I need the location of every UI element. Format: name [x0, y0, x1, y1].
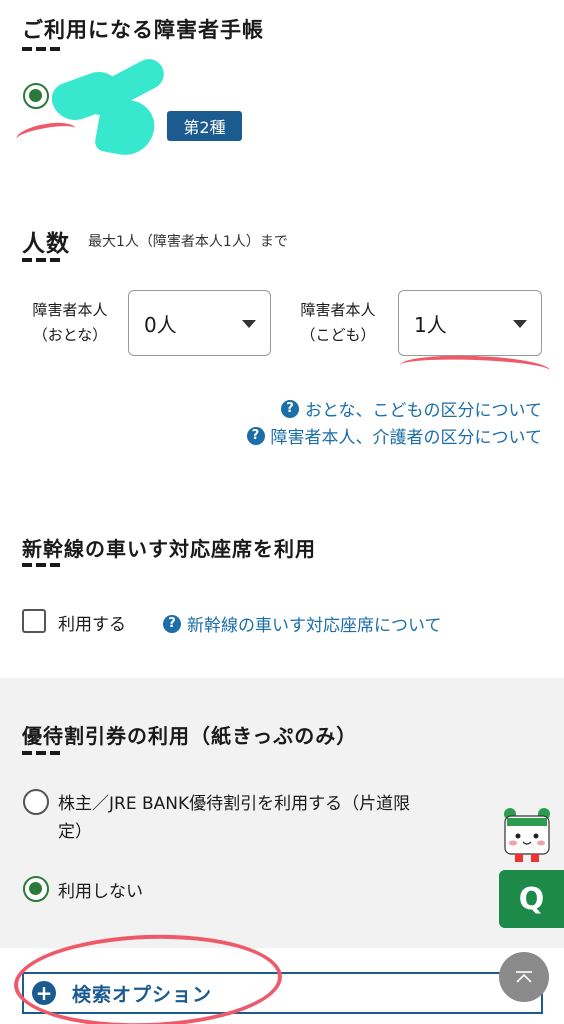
- wheelchair-seat-checkbox-label: 利用する: [58, 615, 126, 635]
- help-link-wheelchair-seat[interactable]: ? 新幹線の車いす対応座席について: [163, 611, 442, 636]
- mascot-icon: [504, 808, 550, 862]
- card-type-radio-selected[interactable]: [23, 83, 49, 109]
- help-link-wheelchair-seat-label: 新幹線の車いす対応座席について: [187, 616, 442, 636]
- question-icon: ?: [281, 399, 300, 418]
- question-icon: ?: [163, 614, 181, 633]
- faq-q-button[interactable]: Q: [499, 870, 564, 928]
- help-link-age-category[interactable]: ? おとな、こどもの区分について: [281, 396, 542, 421]
- scribble-mark: [399, 353, 551, 383]
- child-count-value: 1人: [414, 312, 447, 337]
- disability-card-title: ご利用になる障害者手帳: [22, 18, 264, 42]
- title-underline: [22, 258, 64, 262]
- chevron-down-icon: [513, 320, 527, 328]
- discount-option-not-use-label: 利用しない: [58, 882, 143, 902]
- scribble-mark: [93, 95, 159, 160]
- child-label-line1: 障害者本人: [300, 301, 376, 319]
- discount-radio-use[interactable]: [23, 789, 49, 815]
- scroll-to-top-button[interactable]: [499, 952, 549, 1002]
- title-underline: [22, 751, 64, 755]
- discount-ticket-title: 優待割引券の利用（紙きっぷのみ）: [22, 724, 358, 748]
- discount-option-use-label: 株主／JRE BANK優待割引を利用する（片道限 定）: [58, 790, 410, 846]
- help-link-age-category-label: おとな、こどもの区分について: [305, 401, 542, 421]
- title-underline: [22, 47, 64, 51]
- adult-label-line2: （おとな）: [32, 326, 108, 344]
- title-underline: [22, 563, 64, 567]
- question-icon: ?: [246, 426, 265, 445]
- wheelchair-seat-checkbox[interactable]: [22, 609, 46, 633]
- wheelchair-seat-title: 新幹線の車いす対応座席を利用: [22, 537, 316, 561]
- discount-option-use-line2: 定）: [58, 822, 92, 842]
- chevron-down-icon: [242, 320, 256, 328]
- people-count-note: 最大1人（障害者本人1人）まで: [88, 234, 288, 250]
- child-count-select[interactable]: 1人: [398, 290, 542, 356]
- discount-radio-not-use[interactable]: [23, 876, 49, 902]
- help-link-person-category-label: 障害者本人、介護者の区分について: [270, 428, 543, 448]
- child-count-label: 障害者本人 （こども）: [288, 298, 388, 348]
- adult-count-select[interactable]: 0人: [128, 290, 271, 356]
- card-type-badge: 第2種: [167, 111, 242, 141]
- adult-label-line1: 障害者本人: [32, 301, 108, 319]
- adult-count-value: 0人: [144, 312, 177, 337]
- help-link-person-category[interactable]: ? 障害者本人、介護者の区分について: [246, 423, 543, 448]
- scribble-mark: [14, 118, 78, 150]
- arrow-up-icon: [516, 971, 532, 983]
- adult-count-label: 障害者本人 （おとな）: [20, 298, 120, 348]
- people-count-title: 人数: [22, 231, 70, 257]
- discount-option-use-line1: 株主／JRE BANK優待割引を利用する（片道限: [58, 794, 411, 814]
- child-label-line2: （こども）: [300, 326, 376, 344]
